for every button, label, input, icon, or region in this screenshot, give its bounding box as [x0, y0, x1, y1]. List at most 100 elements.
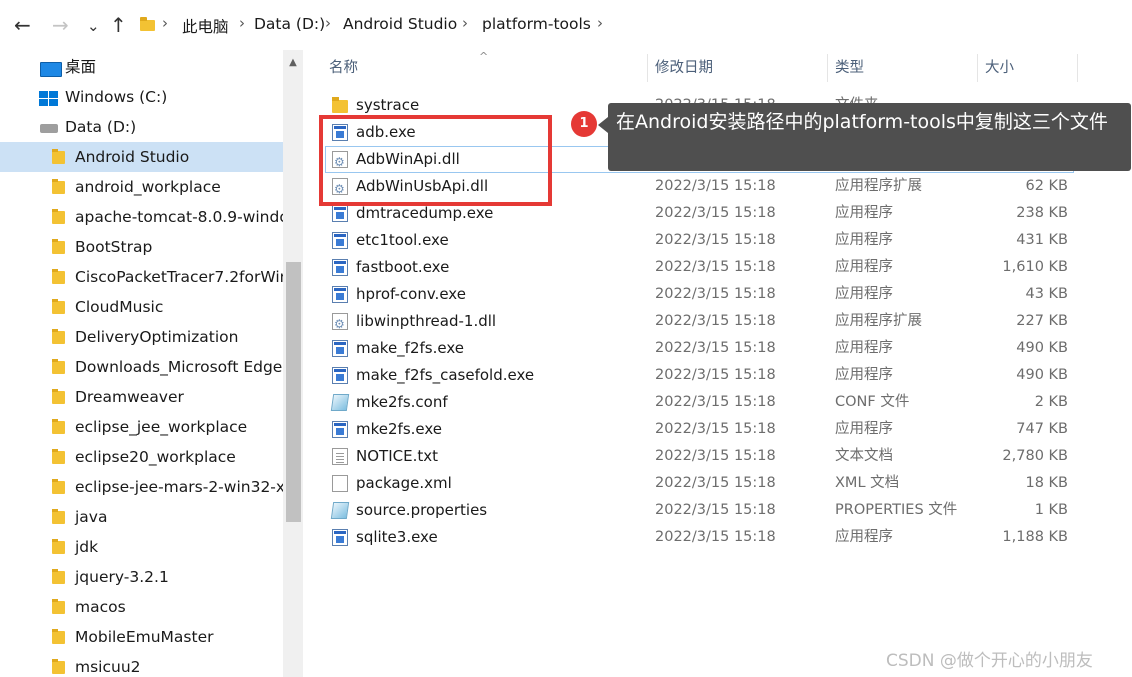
sidebar-item-label: Windows (C:)	[65, 88, 168, 106]
sidebar-item-data-d[interactable]: Data (D:)	[0, 112, 283, 142]
file-size: 1,188 KB	[1002, 529, 1068, 545]
sidebar-item-folder[interactable]: eclipse20_workplace	[0, 442, 283, 472]
file-size: 238 KB	[1016, 205, 1068, 221]
file-name: hprof-conv.exe	[356, 285, 466, 303]
sidebar-item-folder[interactable]: apache-tomcat-8.0.9-window	[0, 202, 283, 232]
back-arrow-icon[interactable]: ←	[14, 12, 31, 38]
file-type: 应用程序	[835, 367, 893, 383]
sidebar-item-folder[interactable]: CiscoPacketTracer7.2forWind	[0, 262, 283, 292]
file-row[interactable]: etc1tool.exe 2022/3/15 15:18 应用程序 431 KB	[303, 227, 1132, 254]
folder-icon	[52, 659, 65, 674]
file-date: 2022/3/15 15:18	[655, 529, 776, 545]
column-header-size[interactable]: 大小	[985, 50, 1014, 86]
sidebar-item-windows-c[interactable]: Windows (C:)	[0, 82, 283, 112]
file-name: etc1tool.exe	[356, 231, 449, 249]
file-row[interactable]: libwinpthread-1.dll 2022/3/15 15:18 应用程序扩展…	[303, 308, 1132, 338]
sidebar-item-label: CiscoPacketTracer7.2forWind	[75, 268, 283, 286]
dll-file-icon	[332, 311, 348, 338]
sidebar-item-label: msicuu2	[75, 658, 141, 676]
file-type: 应用程序	[835, 529, 893, 545]
column-divider[interactable]	[827, 54, 828, 82]
breadcrumb-platform-tools[interactable]: platform-tools	[482, 15, 591, 33]
sidebar-item-folder[interactable]: macos	[0, 592, 283, 622]
exe-file-icon	[332, 340, 348, 357]
sidebar-item-folder[interactable]: msicuu2	[0, 652, 283, 677]
breadcrumb-this-pc[interactable]: 此电脑	[182, 15, 229, 37]
sidebar-item-folder[interactable]: eclipse_jee_workplace	[0, 412, 283, 442]
recent-locations-chevron-icon[interactable]: ⌄	[87, 13, 100, 39]
file-size: 1,610 KB	[1002, 259, 1068, 275]
forward-arrow-icon[interactable]: →	[52, 12, 69, 38]
folder-icon	[52, 599, 65, 614]
sidebar-item-folder[interactable]: Dreamweaver	[0, 382, 283, 412]
file-date: 2022/3/15 15:18	[655, 313, 776, 329]
folder-icon	[52, 359, 65, 374]
sidebar-item-folder[interactable]: CloudMusic	[0, 292, 283, 322]
file-size: 43 KB	[1025, 286, 1068, 302]
breadcrumb-separator-icon[interactable]: ›	[597, 14, 603, 32]
column-divider[interactable]	[647, 54, 648, 82]
sidebar-item-folder[interactable]: jdk	[0, 532, 283, 562]
file-type: 应用程序	[835, 421, 893, 437]
file-type: 应用程序	[835, 286, 893, 302]
breadcrumb-separator-icon[interactable]: ›	[239, 14, 245, 32]
file-size: 747 KB	[1016, 421, 1068, 437]
folder-icon	[52, 419, 65, 434]
sidebar-item-label: MobileEmuMaster	[75, 628, 214, 646]
file-row[interactable]: NOTICE.txt 2022/3/15 15:18 文本文档 2,780 KB	[303, 443, 1132, 470]
folder-icon	[52, 389, 65, 404]
sidebar-item-label: Dreamweaver	[75, 388, 184, 406]
navigation-pane: 桌面 Windows (C:) Data (D:) Android Studio…	[0, 50, 303, 677]
file-row[interactable]: mke2fs.exe 2022/3/15 15:18 应用程序 747 KB	[303, 416, 1132, 443]
up-arrow-icon[interactable]: ↑	[110, 12, 127, 38]
file-name: mke2fs.conf	[356, 393, 448, 411]
column-divider[interactable]	[1077, 54, 1078, 82]
column-divider[interactable]	[977, 54, 978, 82]
file-type: CONF 文件	[835, 394, 910, 410]
sidebar-item-folder[interactable]: jquery-3.2.1	[0, 562, 283, 592]
sidebar-item-desktop[interactable]: 桌面	[0, 52, 283, 82]
column-header-type[interactable]: 类型	[835, 50, 864, 86]
sidebar-item-folder[interactable]: java	[0, 502, 283, 532]
navigation-scrollbar[interactable]: ▲	[283, 50, 303, 677]
file-row[interactable]: source.properties 2022/3/15 15:18 PROPERTI…	[303, 497, 1132, 524]
address-box[interactable]: › 此电脑 › Data (D:) › Android Studio › pla…	[132, 6, 1132, 44]
file-row[interactable]: hprof-conv.exe 2022/3/15 15:18 应用程序 43 KB	[303, 281, 1132, 308]
drive-icon	[40, 124, 58, 133]
breadcrumb-data-drive[interactable]: Data (D:)	[254, 15, 325, 33]
sidebar-item-folder[interactable]: eclipse-jee-mars-2-win32-x8	[0, 472, 283, 502]
sidebar-item-folder[interactable]: MobileEmuMaster	[0, 622, 283, 652]
sidebar-item-label: jquery-3.2.1	[75, 568, 169, 586]
file-row[interactable]: mke2fs.conf 2022/3/15 15:18 CONF 文件 2 KB	[303, 389, 1132, 416]
file-date: 2022/3/15 15:18	[655, 340, 776, 356]
file-row[interactable]: sqlite3.exe 2022/3/15 15:18 应用程序 1,188 KB	[303, 524, 1132, 551]
sidebar-item-folder[interactable]: android_workplace	[0, 172, 283, 202]
file-row[interactable]: fastboot.exe 2022/3/15 15:18 应用程序 1,610 KB	[303, 254, 1132, 281]
scroll-up-arrow-icon[interactable]: ▲	[283, 53, 303, 73]
desktop-icon	[40, 62, 62, 77]
sidebar-item-folder[interactable]: BootStrap	[0, 232, 283, 262]
folder-icon	[52, 509, 65, 524]
file-type: 应用程序扩展	[835, 313, 922, 329]
file-date: 2022/3/15 15:18	[655, 205, 776, 221]
file-date: 2022/3/15 15:18	[655, 475, 776, 491]
sidebar-item-android-studio[interactable]: Android Studio	[0, 142, 283, 172]
breadcrumb-separator-icon[interactable]: ›	[325, 14, 331, 32]
scrollbar-thumb[interactable]	[286, 262, 301, 522]
breadcrumb-android-studio[interactable]: Android Studio	[343, 15, 457, 33]
file-row[interactable]: make_f2fs_casefold.exe 2022/3/15 15:18 应用程…	[303, 362, 1132, 389]
file-name: package.xml	[356, 474, 452, 492]
file-size: 2,780 KB	[1002, 448, 1068, 464]
file-name: make_f2fs_casefold.exe	[356, 366, 535, 384]
breadcrumb-separator-icon[interactable]: ›	[462, 14, 468, 32]
breadcrumb-separator-icon[interactable]: ›	[162, 14, 168, 32]
sidebar-item-folder[interactable]: Downloads_Microsoft Edge	[0, 352, 283, 382]
column-header-modified[interactable]: 修改日期	[655, 50, 713, 86]
file-name: libwinpthread-1.dll	[356, 312, 497, 330]
file-row[interactable]: package.xml 2022/3/15 15:18 XML 文档 18 KB	[303, 470, 1132, 497]
sidebar-item-label: jdk	[75, 538, 99, 556]
sidebar-item-folder[interactable]: DeliveryOptimization	[0, 322, 283, 352]
column-header-name[interactable]: 名称	[329, 50, 358, 86]
file-row[interactable]: make_f2fs.exe 2022/3/15 15:18 应用程序 490 KB	[303, 335, 1132, 362]
file-size: 227 KB	[1016, 313, 1068, 329]
